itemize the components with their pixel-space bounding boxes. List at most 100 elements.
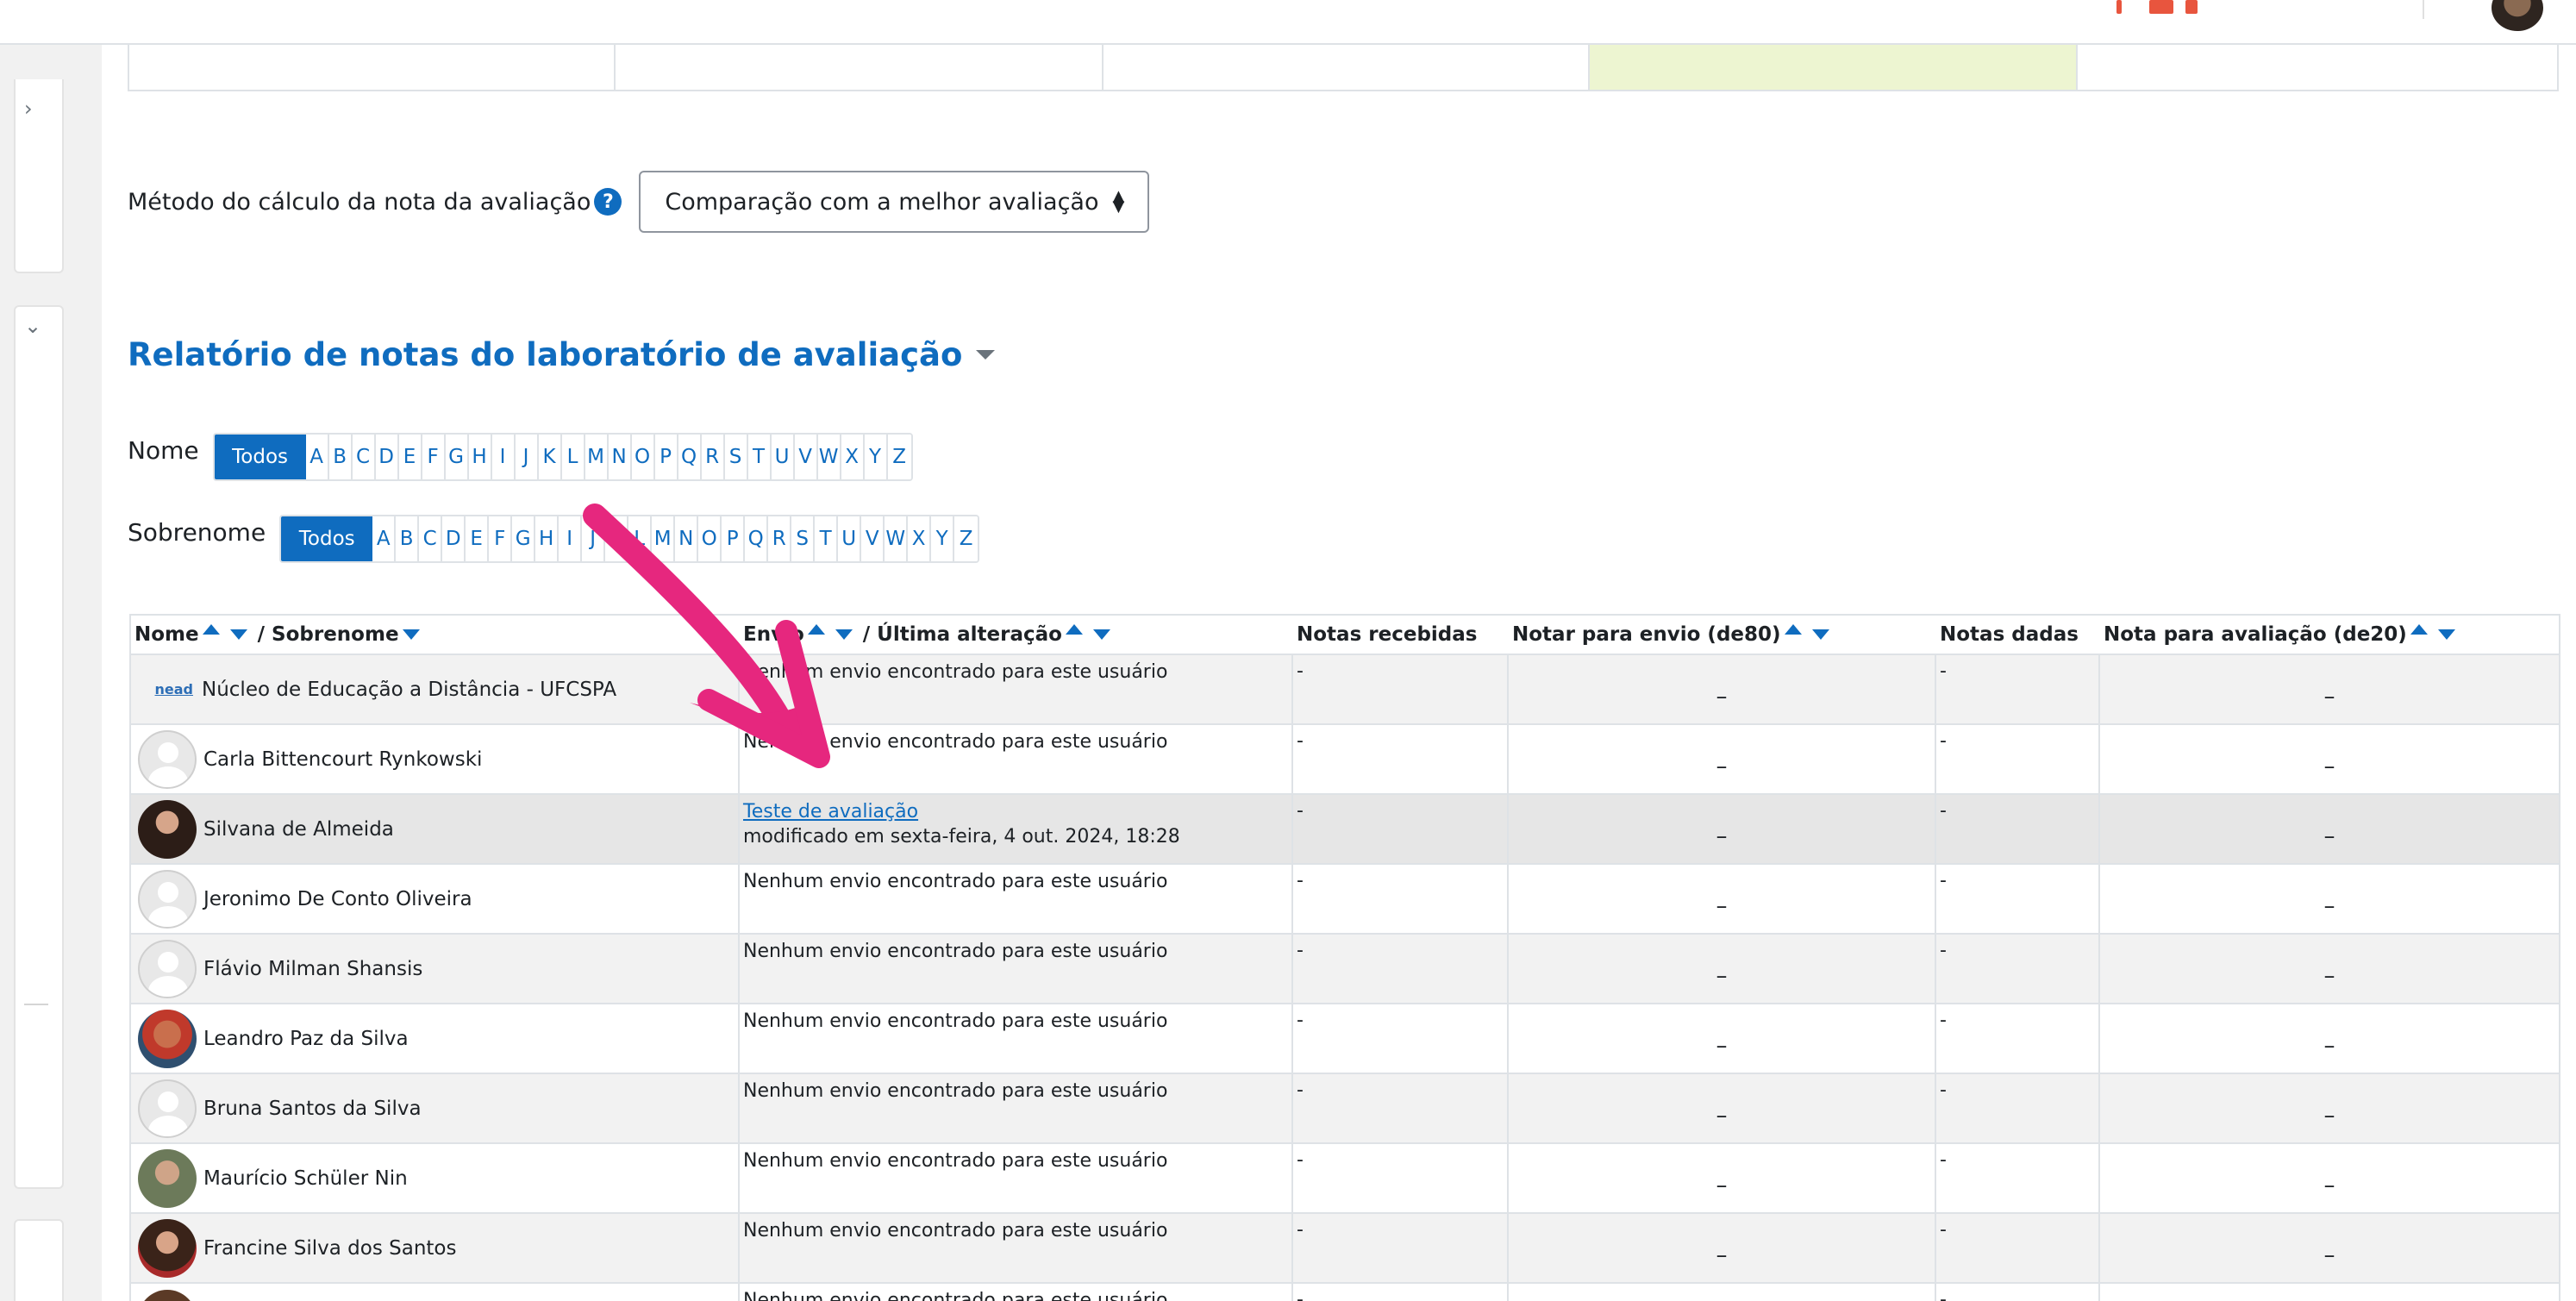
sort-by-assessment-grade-link[interactable]: Nota para avaliação (de20) xyxy=(2104,623,2407,646)
lastname-initial-m[interactable]: M xyxy=(652,516,676,561)
firstname-initial-l[interactable]: L xyxy=(561,435,585,479)
avatar[interactable] xyxy=(138,799,197,859)
avatar[interactable] xyxy=(138,939,197,998)
lastname-initial-n[interactable]: N xyxy=(675,516,699,561)
avatar[interactable] xyxy=(138,1009,197,1068)
avatar[interactable] xyxy=(138,1079,197,1138)
firstname-initial-c[interactable]: C xyxy=(352,435,376,479)
participant-name-link[interactable]: Silvana de Almeida xyxy=(203,818,394,841)
lastname-initial-y[interactable]: Y xyxy=(931,516,955,561)
firstname-initial-p[interactable]: P xyxy=(654,435,678,479)
lastname-initial-r[interactable]: R xyxy=(768,516,792,561)
firstname-initial-o[interactable]: O xyxy=(631,435,655,479)
lastname-initial-o[interactable]: O xyxy=(698,516,722,561)
sort-desc-icon[interactable] xyxy=(402,629,420,640)
sort-asc-icon[interactable] xyxy=(1784,624,1802,635)
firstname-initial-h[interactable]: H xyxy=(468,435,492,479)
firstname-initial-all[interactable]: Todos xyxy=(214,435,306,479)
firstname-initial-f[interactable]: F xyxy=(422,435,446,479)
firstname-initial-s[interactable]: S xyxy=(724,435,748,479)
caret-down-icon[interactable] xyxy=(976,350,996,360)
participant-name-link[interactable]: Jeronimo De Conto Oliveira xyxy=(203,888,472,910)
avatar[interactable] xyxy=(138,1289,197,1301)
avatar[interactable] xyxy=(138,1218,197,1278)
avatar[interactable] xyxy=(138,869,197,929)
lastname-initial-j[interactable]: J xyxy=(582,516,606,561)
sort-by-modified-link[interactable]: / Última alteração xyxy=(863,623,1062,646)
firstname-initial-r[interactable]: R xyxy=(701,435,725,479)
sort-by-firstname-link[interactable]: Nome xyxy=(134,623,199,646)
lastname-initial-i[interactable]: I xyxy=(559,516,583,561)
firstname-initial-z[interactable]: Z xyxy=(887,435,911,479)
help-icon[interactable]: ? xyxy=(594,188,622,216)
sort-desc-icon[interactable] xyxy=(2437,629,2455,640)
participant-name-link[interactable]: Núcleo de Educação a Distância - UFCSPA xyxy=(202,679,616,701)
lastname-initial-h[interactable]: H xyxy=(535,516,560,561)
lastname-initial-z[interactable]: Z xyxy=(954,516,979,561)
submission-title-link[interactable]: Teste de avaliação xyxy=(743,798,1291,826)
participant-name-link[interactable]: Leandro Paz da Silva xyxy=(203,1028,409,1050)
firstname-initial-k[interactable]: K xyxy=(538,435,562,479)
chevron-down-icon[interactable]: ⌄ xyxy=(24,314,41,338)
lastname-initial-p[interactable]: P xyxy=(722,516,746,561)
firstname-initial-v[interactable]: V xyxy=(794,435,818,479)
lastname-initial-u[interactable]: U xyxy=(838,516,862,561)
lastname-initial-all[interactable]: Todos xyxy=(281,516,373,561)
firstname-initial-u[interactable]: U xyxy=(771,435,795,479)
lastname-initial-d[interactable]: D xyxy=(442,516,466,561)
lastname-initial-e[interactable]: E xyxy=(466,516,490,561)
lastname-initial-a[interactable]: A xyxy=(372,516,397,561)
participant-name-link[interactable]: Francine Silva dos Santos xyxy=(203,1237,456,1260)
lastname-initial-t[interactable]: T xyxy=(815,516,839,561)
firstname-initial-g[interactable]: G xyxy=(445,435,469,479)
participant-name-link[interactable]: Bruna Santos da Silva xyxy=(203,1098,422,1120)
lastname-initial-k[interactable]: K xyxy=(605,516,629,561)
lastname-initial-v[interactable]: V xyxy=(861,516,885,561)
sort-asc-icon[interactable] xyxy=(2410,624,2428,635)
sort-asc-icon[interactable] xyxy=(807,624,825,635)
drawer-section[interactable]: › xyxy=(14,79,64,273)
lastname-initial-f[interactable]: F xyxy=(489,516,513,561)
sort-desc-icon[interactable] xyxy=(1092,629,1110,640)
participant-name-link[interactable]: Flávio Milman Shansis xyxy=(203,958,422,980)
participant-name-link[interactable]: Maurício Schüler Nin xyxy=(203,1167,408,1190)
avatar[interactable] xyxy=(138,729,197,789)
sort-by-submission-grade-link[interactable]: Notar para envio (de80) xyxy=(1512,623,1781,646)
lastname-initial-g[interactable]: G xyxy=(512,516,536,561)
chevron-right-icon[interactable]: › xyxy=(24,97,33,121)
sort-desc-icon[interactable] xyxy=(229,629,247,640)
firstname-initial-d[interactable]: D xyxy=(375,435,399,479)
lastname-initial-s[interactable]: S xyxy=(791,516,816,561)
firstname-initial-t[interactable]: T xyxy=(747,435,772,479)
lastname-initial-q[interactable]: Q xyxy=(745,516,769,561)
firstname-initial-y[interactable]: Y xyxy=(864,435,888,479)
lastname-initial-x[interactable]: X xyxy=(908,516,932,561)
sort-desc-icon[interactable] xyxy=(1811,629,1829,640)
firstname-initial-j[interactable]: J xyxy=(515,435,539,479)
sort-by-submission-link[interactable]: Envio xyxy=(743,623,804,646)
user-menu-avatar[interactable] xyxy=(2492,0,2543,31)
report-title[interactable]: Relatório de notas do laboratório de ava… xyxy=(128,336,996,373)
participant-name-link[interactable]: Carla Bittencourt Rynkowski xyxy=(203,748,482,771)
firstname-initial-w[interactable]: W xyxy=(817,435,841,479)
firstname-initial-i[interactable]: I xyxy=(491,435,516,479)
firstname-initial-m[interactable]: M xyxy=(585,435,609,479)
avatar[interactable] xyxy=(138,1148,197,1208)
sort-asc-icon[interactable] xyxy=(1065,624,1083,635)
firstname-initial-q[interactable]: Q xyxy=(678,435,702,479)
firstname-initial-n[interactable]: N xyxy=(608,435,632,479)
lastname-initial-w[interactable]: W xyxy=(885,516,909,561)
drawer-section[interactable] xyxy=(14,1219,64,1301)
sort-asc-icon[interactable] xyxy=(202,624,220,635)
firstname-initial-b[interactable]: B xyxy=(328,435,353,479)
sort-by-lastname-link[interactable]: / Sobrenome xyxy=(258,623,399,646)
firstname-initial-e[interactable]: E xyxy=(398,435,422,479)
sort-desc-icon[interactable] xyxy=(835,629,853,640)
firstname-initial-x[interactable]: X xyxy=(841,435,865,479)
drawer-section[interactable]: ⌄ xyxy=(14,305,64,1189)
firstname-initial-a[interactable]: A xyxy=(305,435,329,479)
lastname-initial-b[interactable]: B xyxy=(396,516,420,561)
lastname-initial-c[interactable]: C xyxy=(419,516,443,561)
grading-method-select[interactable]: Comparação com a melhor avaliação ▲ ▼ xyxy=(639,171,1150,233)
lastname-initial-l[interactable]: L xyxy=(628,516,653,561)
